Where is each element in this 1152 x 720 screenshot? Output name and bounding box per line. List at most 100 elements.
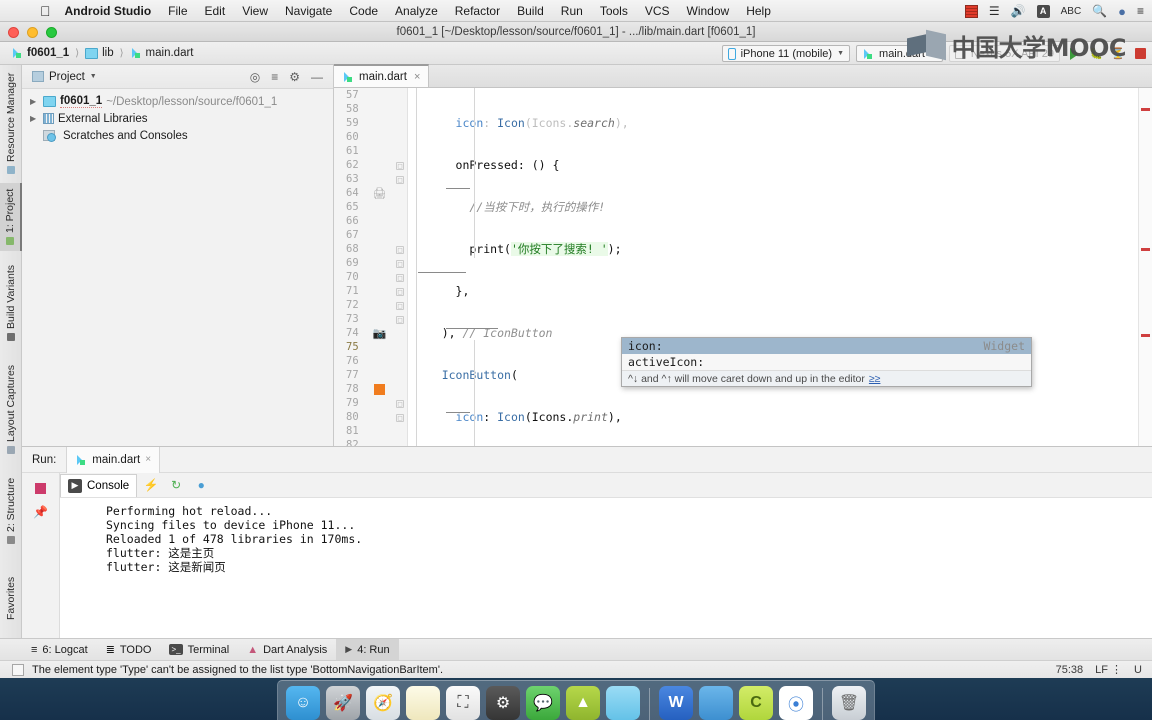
device-selector[interactable]: iPhone 11 (mobile) ▼ (721, 45, 851, 62)
menu-item-refactor[interactable]: Refactor (455, 4, 500, 18)
volume-icon[interactable]: 🔊 (1011, 4, 1026, 18)
encoding-indicator[interactable]: U (1134, 664, 1142, 676)
breadcrumb-item-project[interactable]: f0601_1 (8, 47, 72, 59)
hot-restart-icon[interactable]: ↻ (165, 475, 187, 495)
menu-item-window[interactable]: Window (687, 4, 730, 18)
code-editor[interactable]: 57 58 59 60 61 62 □ 63 □ 64 🖨 65 66 67 68 □ … (334, 88, 1152, 446)
dock-item-finder[interactable]: ☺ (286, 686, 320, 720)
menu-item-build[interactable]: Build (517, 4, 544, 18)
bottom-tab-logcat[interactable]: ≡ 6: Logcat (22, 639, 97, 661)
color-swatch-orange[interactable] (372, 382, 387, 397)
tree-row-external-libraries[interactable]: ▶ External Libraries (22, 110, 333, 127)
input-source-abc-icon[interactable]: A (1036, 4, 1050, 18)
completion-hint-link[interactable]: ≥≥ (869, 373, 881, 385)
sidebar-item-project[interactable]: 1: Project (0, 183, 22, 251)
completion-item-icon[interactable]: icon: Widget (622, 338, 1031, 354)
line-separator[interactable]: LF ⋮ (1095, 663, 1122, 676)
sidebar-item-favorites[interactable]: Favorites (0, 563, 22, 633)
bottom-tab-run[interactable]: ▶ 4: Run (336, 638, 399, 661)
chevron-down-icon-project[interactable]: ▼ (90, 73, 97, 80)
bottom-tab-todo[interactable]: ≣ TODO (97, 639, 161, 661)
console-output[interactable]: Performing hot reload... Syncing files to… (60, 498, 1152, 638)
tree-row-scratches[interactable]: Scratches and Consoles (22, 127, 333, 144)
sidebar-item-layout-captures[interactable]: Layout Captures (0, 357, 22, 461)
stop-button[interactable] (1132, 46, 1148, 62)
dock-item-cajviewer[interactable]: C (739, 686, 773, 720)
completion-item-activeicon[interactable]: activeIcon: (622, 354, 1031, 370)
search-icon[interactable]: 🔍 (1092, 4, 1107, 18)
breadcrumb-item-file[interactable]: main.dart (127, 47, 197, 59)
error-marker[interactable] (1141, 108, 1150, 111)
menu-item-run[interactable]: Run (561, 4, 583, 18)
pin-icon[interactable]: 📌 (29, 501, 53, 523)
fold-marker[interactable]: □ (396, 316, 404, 324)
close-icon[interactable]: × (414, 71, 420, 83)
menu-item-view[interactable]: View (242, 4, 268, 18)
menu-item-analyze[interactable]: Analyze (395, 4, 438, 18)
wifi-icon[interactable]: ☰ (989, 4, 1000, 18)
dock-item-notes[interactable] (406, 686, 440, 720)
error-marker-2[interactable] (1141, 248, 1150, 251)
tree-row-project[interactable]: ▶ f0601_1 ~/Desktop/lesson/source/f0601_… (22, 93, 333, 110)
menu-item-edit[interactable]: Edit (205, 4, 226, 18)
menu-item-code[interactable]: Code (349, 4, 378, 18)
dock-item-wechat[interactable]: 💬 (526, 686, 560, 720)
fold-marker[interactable]: □ (396, 302, 404, 310)
fold-marker[interactable]: □ (396, 260, 404, 268)
sidebar-item-build-variants[interactable]: Build Variants (0, 257, 22, 349)
menu-item-vcs[interactable]: VCS (645, 4, 670, 18)
editor-marker-bar[interactable] (1138, 88, 1152, 446)
debug-button[interactable]: 🐛 (1088, 46, 1104, 62)
caret-position[interactable]: 75:38 (1056, 664, 1084, 676)
fold-marker[interactable]: □ (396, 246, 404, 254)
profile-button[interactable]: ⏳ (1110, 46, 1126, 62)
hot-reload-icon[interactable]: ⚡ (140, 475, 162, 495)
bottom-tab-terminal[interactable]: >_ Terminal (160, 639, 238, 661)
menu-item-android-studio[interactable]: Android Studio (65, 4, 152, 18)
sidebar-item-structure[interactable]: 2: Structure (0, 469, 22, 553)
collapse-all-icon[interactable]: ≡ (271, 70, 278, 84)
dock-item-files[interactable] (699, 686, 733, 720)
dock-item-android-studio[interactable]: ▲ (566, 686, 600, 720)
fold-marker[interactable]: □ (396, 414, 404, 422)
stop-icon[interactable] (29, 477, 53, 499)
close-icon-run-tab[interactable]: × (145, 454, 151, 465)
editor-gutter[interactable]: 57 58 59 60 61 62 □ 63 □ 64 🖨 65 66 67 68 □ … (334, 88, 408, 446)
fold-marker[interactable]: □ (396, 400, 404, 408)
error-marker-3[interactable] (1141, 334, 1150, 337)
dock-item-screenshot[interactable]: ⛶ (446, 686, 480, 720)
menu-item-file[interactable]: File (168, 4, 187, 18)
screen-record-icon[interactable] (964, 4, 978, 18)
dock-item-system-preferences[interactable]: ⚙ (486, 686, 520, 720)
run-tab-main-dart[interactable]: main.dart × (66, 446, 161, 473)
flutter-inspector-icon[interactable]: ● (190, 475, 212, 495)
camera-icon[interactable]: 📷 (372, 326, 387, 341)
dock-item-safari[interactable]: 🧭 (366, 686, 400, 720)
status-icon[interactable] (12, 663, 24, 676)
bottom-tab-dart-analysis[interactable]: ▲ Dart Analysis (238, 639, 336, 661)
fold-marker[interactable]: □ (396, 176, 404, 184)
apple-icon[interactable]:  (40, 4, 51, 18)
code-completion-popup[interactable]: icon: Widget activeIcon: ^↓ and ^↑ will … (621, 337, 1032, 387)
dock-item-baidu-netdisk[interactable]: ⦿ (779, 686, 813, 720)
secondary-device-selector[interactable]: Nexus 5X API 29 (948, 45, 1060, 62)
hide-icon[interactable]: — (311, 70, 323, 84)
menu-item-help[interactable]: Help (746, 4, 771, 18)
breadcrumb-item-lib[interactable]: lib (82, 47, 117, 59)
fold-marker[interactable]: □ (396, 288, 404, 296)
fold-marker[interactable]: □ (396, 274, 404, 282)
fold-marker[interactable]: □ (396, 162, 404, 170)
locate-icon[interactable]: ◎ (250, 70, 260, 84)
chevron-right-icon[interactable]: ▶ (30, 97, 39, 106)
siri-icon[interactable]: ● (1118, 4, 1126, 19)
sidebar-item-resource-manager[interactable]: Resource Manager (0, 69, 22, 177)
dock-item-folder[interactable] (606, 686, 640, 720)
tab-console[interactable]: ▶ Console (60, 473, 138, 497)
run-configuration-selector[interactable]: main.dart ▼ (856, 45, 943, 62)
menu-item-tools[interactable]: Tools (600, 4, 628, 18)
editor-code-text[interactable]: icon: Icon(Icons.search), onPressed: () … (408, 88, 1152, 446)
chevron-right-icon-2[interactable]: ▶ (30, 114, 39, 123)
editor-tab-main-dart[interactable]: main.dart × (334, 64, 430, 87)
settings-icon[interactable]: ⚙ (289, 70, 300, 84)
print-icon[interactable]: 🖨 (372, 186, 387, 201)
